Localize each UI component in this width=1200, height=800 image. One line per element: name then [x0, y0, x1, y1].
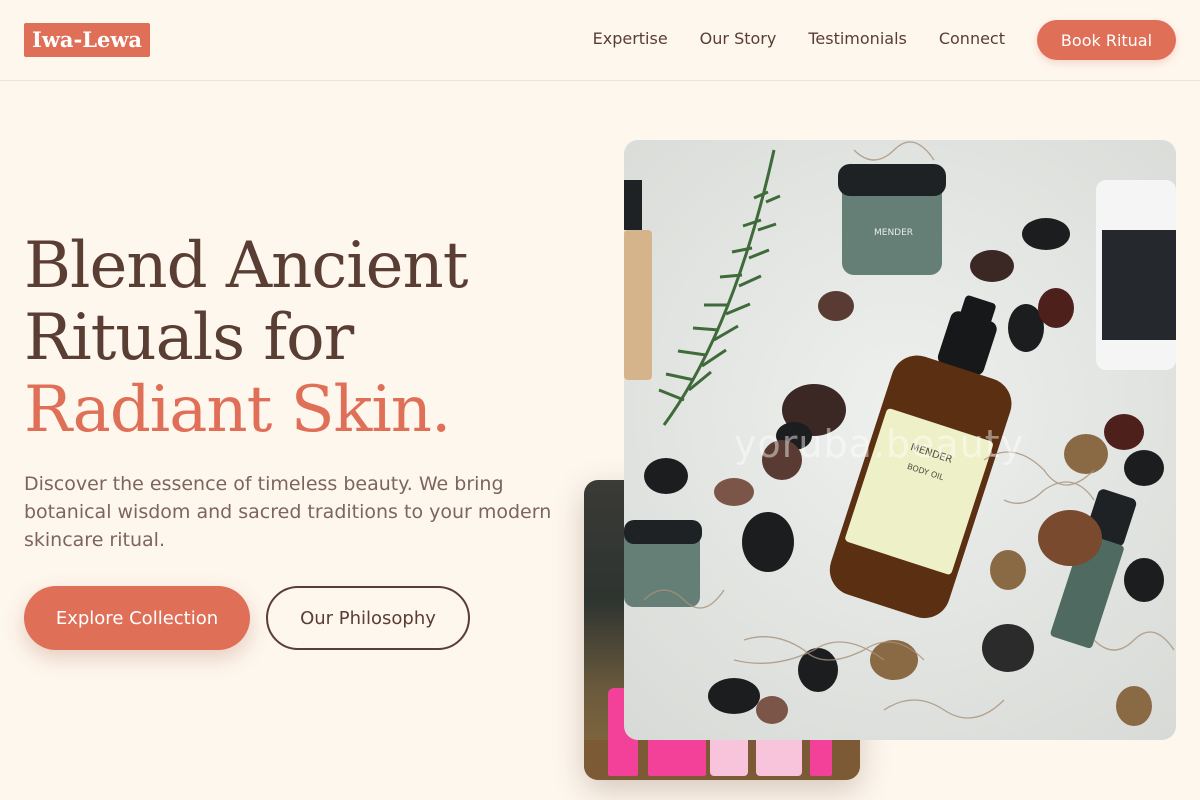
nav-item-testimonials[interactable]: Testimonials [808, 28, 907, 50]
headline-main-text: Blend Ancient Rituals for [24, 229, 468, 375]
book-ritual-button[interactable]: Book Ritual [1037, 20, 1176, 60]
pink-tube-shape [810, 734, 832, 776]
pink-jar-shape [648, 734, 706, 776]
image-watermark: yoruba.beauty [734, 422, 1025, 466]
hero-description: Discover the essence of timeless beauty.… [24, 473, 552, 551]
jar-label: MENDER [874, 228, 913, 238]
nav-item-expertise[interactable]: Expertise [593, 28, 668, 50]
nav-item-connect[interactable]: Connect [939, 28, 1005, 50]
small-jar-lid-icon [624, 520, 702, 544]
deodorant-label-icon [1102, 230, 1176, 340]
headline-accent-text: Radiant Skin. [24, 373, 451, 447]
bottle-cap-icon [624, 180, 642, 230]
hero-headline: Blend Ancient Rituals for Radiant Skin. [24, 230, 594, 446]
fern-icon [658, 149, 781, 426]
site-header: Iwa-Lewa Expertise Our Story Testimonial… [0, 0, 1200, 81]
nav-item-our-story[interactable]: Our Story [700, 28, 777, 50]
explore-collection-button[interactable]: Explore Collection [24, 586, 250, 650]
brand-logo[interactable]: Iwa-Lewa [24, 23, 151, 57]
our-philosophy-button[interactable]: Our Philosophy [266, 586, 470, 650]
jar-icon: MENDER [838, 164, 946, 275]
main-nav: Expertise Our Story Testimonials Connect [593, 28, 1005, 50]
bottle-icon [624, 230, 652, 380]
hero-product-image: MENDER MENDER BODY OIL yoruba.beauty [624, 140, 1176, 740]
